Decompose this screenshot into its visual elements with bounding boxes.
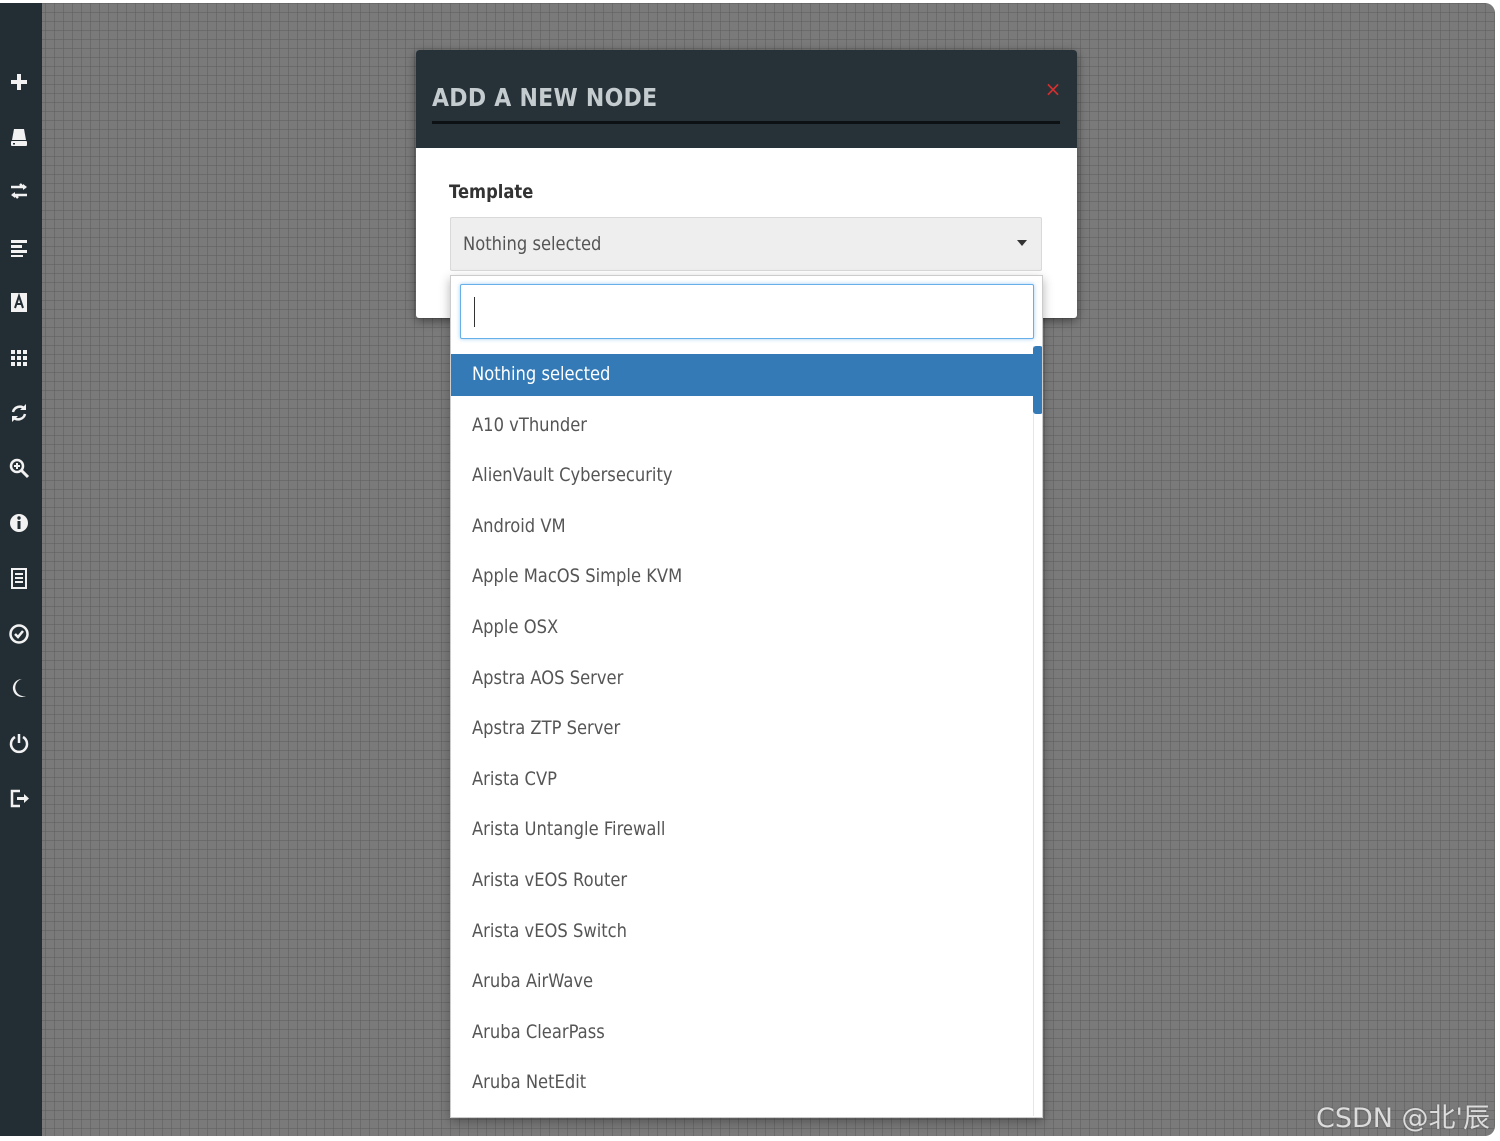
modal-title: ADD A NEW NODE (432, 83, 658, 112)
template-option[interactable]: A10 vThunder (451, 405, 1033, 447)
template-option[interactable]: Aruba ClearPass (451, 1012, 1033, 1054)
zoom-in-icon[interactable] (7, 456, 31, 480)
template-option[interactable]: Apple MacOS Simple KVM (451, 556, 1033, 598)
moon-icon[interactable] (7, 676, 31, 700)
template-option-label: Android VM (472, 514, 566, 537)
template-option-label: A10 vThunder (472, 413, 588, 436)
template-option-label: Aruba AirWave (472, 970, 594, 993)
options-list: Nothing selected A10 vThunder AlienVault C… (451, 354, 1033, 1117)
close-icon[interactable]: × (1044, 78, 1062, 100)
template-select[interactable]: Nothing selected (450, 217, 1042, 271)
list-icon[interactable] (7, 566, 31, 590)
template-option[interactable]: Apstra ZTP Server (451, 708, 1033, 750)
title-underline (432, 121, 1060, 124)
template-option-label: Aruba NetEdit (472, 1071, 587, 1094)
sidebar (0, 3, 42, 1136)
watermark: CSDN @北'辰 (1316, 1103, 1490, 1134)
scrollbar-track[interactable] (1033, 346, 1042, 1116)
template-option-label: Arista vEOS Switch (472, 919, 628, 942)
template-option-label: Arista vEOS Router (472, 869, 628, 891)
template-option[interactable]: Nothing selected (451, 354, 1033, 396)
template-option-label: Aruba ClearPass (472, 1020, 605, 1043)
template-option-label: Arista CVP (472, 767, 558, 790)
power-icon[interactable] (7, 731, 31, 755)
modal-header: ADD A NEW NODE × (416, 50, 1077, 148)
add-icon[interactable] (7, 70, 31, 94)
template-option[interactable]: Apple OSX (451, 607, 1033, 649)
template-option[interactable]: Arista vEOS Switch (451, 911, 1033, 953)
template-option[interactable]: Arista Untangle Firewall (451, 809, 1033, 851)
logout-icon[interactable] (7, 786, 31, 810)
template-option-label: Apple MacOS Simple KVM (472, 565, 683, 588)
template-option[interactable]: Aruba NetEdit (451, 1062, 1033, 1104)
template-label: Template (449, 181, 534, 203)
template-option[interactable]: Android VM (451, 506, 1033, 548)
template-option[interactable]: Aruba AirWave (451, 961, 1033, 1003)
check-circle-icon[interactable] (7, 622, 31, 646)
text-cursor (474, 297, 475, 327)
scrollbar-thumb[interactable] (1033, 346, 1042, 414)
storage-icon[interactable] (7, 125, 31, 149)
template-dropdown: Nothing selected A10 vThunder AlienVault C… (450, 275, 1043, 1118)
template-option-label: AlienVault Cybersecurity (472, 464, 673, 487)
template-option-label: Arista Untangle Firewall (472, 818, 666, 841)
template-option-label: Apstra AOS Server (472, 666, 624, 689)
grid-icon[interactable] (7, 346, 31, 370)
template-option-label: Apple OSX (472, 616, 559, 638)
template-select-value: Nothing selected (463, 233, 602, 255)
refresh-icon[interactable] (7, 401, 31, 425)
template-option[interactable]: Arista vEOS Router (451, 860, 1033, 902)
align-left-icon[interactable] (7, 235, 31, 259)
template-option[interactable]: AlienVault Cybersecurity (451, 455, 1033, 497)
chevron-down-icon (1017, 240, 1027, 246)
template-option-label: Nothing selected (472, 363, 611, 385)
template-option-label: Apstra ZTP Server (472, 717, 621, 740)
info-icon[interactable] (7, 511, 31, 535)
template-option[interactable]: Arista CVP (451, 759, 1033, 801)
text-box-icon[interactable] (7, 290, 31, 314)
transfer-icon[interactable] (7, 179, 31, 203)
template-option[interactable]: Apstra AOS Server (451, 658, 1033, 700)
template-search-input[interactable] (460, 284, 1034, 339)
